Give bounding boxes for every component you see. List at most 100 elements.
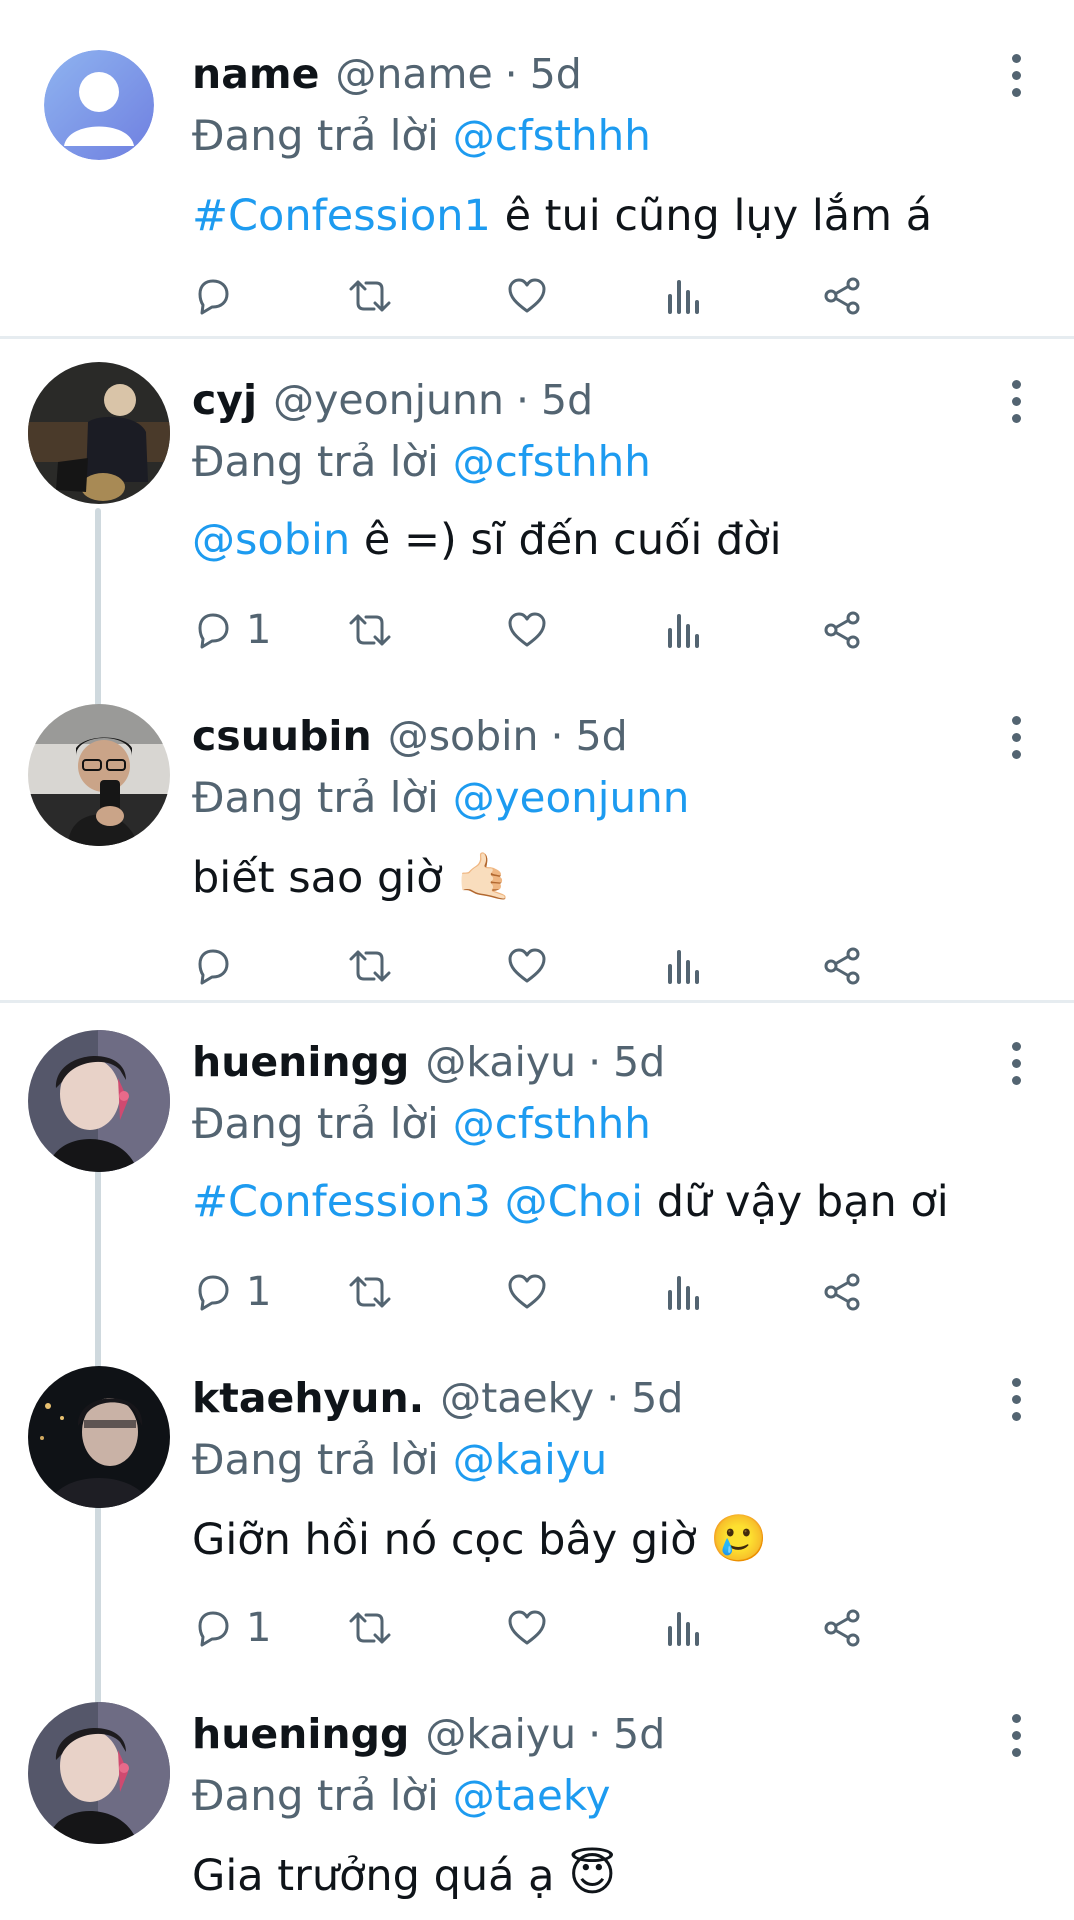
retweet-icon [349, 1276, 391, 1308]
avatar[interactable] [28, 704, 170, 846]
replying-to-mention[interactable]: @cfsthhh [453, 1099, 651, 1148]
retweet-button[interactable] [348, 264, 392, 328]
timestamp[interactable]: 5d [631, 1366, 683, 1430]
replying-to-mention[interactable]: @kaiyu [453, 1435, 607, 1484]
tweet-header: hueningg @kaiyu · 5d [192, 1030, 665, 1094]
replying-to-mention[interactable]: @cfsthhh [453, 111, 651, 160]
divider [0, 336, 1074, 339]
like-button[interactable] [506, 1596, 548, 1660]
display-name[interactable]: hueningg [192, 1030, 409, 1094]
display-name[interactable]: csuubin [192, 704, 372, 768]
reply-count: 1 [246, 1269, 272, 1315]
timestamp[interactable]: 5d [613, 1030, 665, 1094]
share-button[interactable] [822, 598, 862, 662]
display-name[interactable]: cyj [192, 368, 257, 432]
views-button[interactable] [666, 264, 702, 328]
more-options-icon[interactable] [996, 1372, 1036, 1426]
share-button[interactable] [822, 934, 862, 998]
views-button[interactable] [666, 934, 702, 998]
timestamp[interactable]: 5d [541, 368, 593, 432]
avatar-photo [28, 1366, 170, 1508]
reply-button[interactable]: 1 [192, 1596, 271, 1660]
mention-link[interactable]: @sobin [192, 515, 350, 565]
separator-dot: · [504, 50, 518, 98]
reply-button[interactable]: 1 [192, 1260, 271, 1324]
reply-feed: name @name · 5d Đang trả lời @cfsthhh #Co… [0, 0, 1074, 1920]
retweet-icon [349, 950, 391, 982]
tweet-body: #Confession1 ê tui cũng lụy lắm á [192, 184, 932, 248]
display-name[interactable]: ktaehyun. [192, 1366, 424, 1430]
tweet-body: Giỡn hồi nó cọc bây giờ 🥲 [192, 1506, 767, 1572]
timestamp[interactable]: 5d [530, 42, 582, 106]
user-handle[interactable]: @kaiyu [425, 1030, 576, 1094]
replying-to-mention[interactable]: @yeonjunn [453, 773, 690, 822]
reply-icon [198, 1275, 229, 1311]
tweet-text: Giỡn hồi nó cọc bây giờ [192, 1515, 697, 1565]
reply-button[interactable] [192, 934, 246, 998]
user-handle[interactable]: @name [335, 42, 492, 106]
retweet-icon [349, 1612, 391, 1644]
like-button[interactable] [506, 934, 548, 998]
like-button[interactable] [506, 264, 548, 328]
display-name[interactable]: name [192, 42, 319, 106]
share-button[interactable] [822, 264, 862, 328]
reply-icon [198, 613, 229, 649]
tweet-header: csuubin @sobin · 5d [192, 704, 628, 768]
share-button[interactable] [822, 1596, 862, 1660]
replying-to: Đang trả lời @yeonjunn [192, 766, 689, 830]
user-handle[interactable]: @kaiyu [425, 1702, 576, 1766]
views-icon [668, 950, 699, 984]
views-button[interactable] [666, 1260, 702, 1324]
avatar[interactable] [28, 1366, 170, 1508]
replying-to: Đang trả lời @cfsthhh [192, 104, 651, 168]
emoji-smiling-tear: 🥲 [710, 1511, 768, 1565]
avatar[interactable] [28, 1702, 170, 1844]
replying-to-mention[interactable]: @taeky [453, 1771, 611, 1820]
avatar[interactable] [28, 362, 170, 504]
views-icon [668, 1276, 699, 1310]
retweet-button[interactable] [348, 934, 392, 998]
more-options-icon[interactable] [996, 1708, 1036, 1762]
more-options-icon[interactable] [996, 48, 1036, 102]
hashtag-link[interactable]: #Confession1 [192, 191, 491, 241]
timestamp[interactable]: 5d [613, 1702, 665, 1766]
more-options-icon[interactable] [996, 710, 1036, 764]
user-handle[interactable]: @sobin [388, 704, 539, 768]
tweet-body: biết sao giờ 🤙🏻 [192, 844, 513, 910]
emoji-smiling-halo: 😇 [568, 1847, 617, 1901]
separator-dot: · [606, 1374, 620, 1422]
user-handle[interactable]: @taeky [440, 1366, 594, 1430]
action-bar: 1 [192, 1596, 1022, 1660]
action-bar [192, 934, 1022, 998]
views-button[interactable] [666, 1596, 702, 1660]
tweet-body: @sobin ê =) sĩ đến cuối đời [192, 508, 782, 572]
retweet-button[interactable] [348, 598, 392, 662]
separator-dot: · [588, 1710, 602, 1758]
reply-count: 1 [246, 1605, 272, 1651]
like-button[interactable] [506, 598, 548, 662]
views-button[interactable] [666, 598, 702, 662]
reply-button[interactable] [192, 264, 246, 328]
reply-button[interactable]: 1 [192, 598, 271, 662]
user-handle[interactable]: @yeonjunn [273, 368, 504, 432]
timestamp[interactable]: 5d [576, 704, 628, 768]
avatar-photo [28, 1030, 170, 1172]
retweet-icon [349, 280, 391, 312]
reply-count: 1 [246, 607, 272, 653]
share-button[interactable] [822, 1260, 862, 1324]
display-name[interactable]: hueningg [192, 1702, 409, 1766]
more-options-icon[interactable] [996, 1036, 1036, 1090]
avatar[interactable] [44, 50, 154, 160]
mention-link[interactable]: @Choi [505, 1177, 644, 1227]
replying-to-mention[interactable]: @cfsthhh [453, 437, 651, 486]
replying-to: Đang trả lời @cfsthhh [192, 1092, 651, 1156]
retweet-button[interactable] [348, 1596, 392, 1660]
hashtag-link[interactable]: #Confession3 [192, 1177, 491, 1227]
replying-prefix: Đang trả lời [192, 773, 439, 822]
more-options-icon[interactable] [996, 374, 1036, 428]
retweet-button[interactable] [348, 1260, 392, 1324]
action-bar: 1 [192, 598, 1022, 662]
like-button[interactable] [506, 1260, 548, 1324]
divider [0, 1000, 1074, 1003]
avatar[interactable] [28, 1030, 170, 1172]
